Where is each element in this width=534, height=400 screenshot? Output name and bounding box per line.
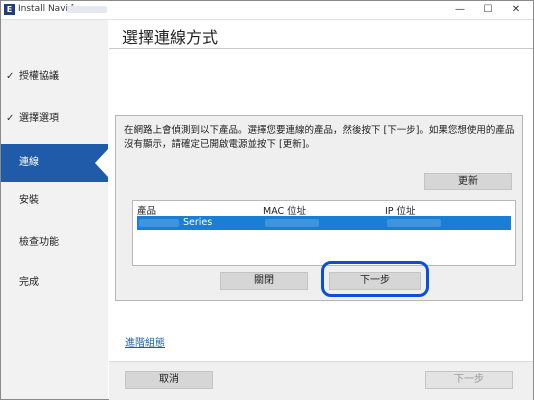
sidebar-item-check-functions: 檢查功能: [1, 224, 108, 262]
product-panel: 在網路上會偵測到以下產品。選擇您要連線的產品，然後按下 [下一步]。如果您想使用…: [115, 115, 523, 301]
checkmark-icon: ✓: [6, 113, 15, 124]
step-sidebar: ✓ 授權協議 ✓ 選擇選項 連線 安裝 檢查功能 完成: [1, 20, 109, 399]
column-header-ip: IP 位址: [385, 206, 416, 217]
product-list[interactable]: 產品 MAC 位址 IP 位址 Series: [132, 200, 516, 266]
title-divider: [109, 48, 533, 49]
list-header: 產品 MAC 位址 IP 位址: [133, 201, 515, 217]
sidebar-item-label: 檢查功能: [19, 237, 59, 248]
sidebar-item-connection: 連線: [1, 144, 109, 182]
redacted-title-text: [67, 6, 107, 13]
sidebar-item-label: 授權協議: [19, 71, 59, 82]
checkmark-icon: ✓: [6, 71, 15, 82]
sidebar-item-label: 安裝: [19, 195, 39, 206]
title-bar: E Install Navi [ — ☐ ✕: [1, 1, 533, 20]
sidebar-item-label: 連線: [19, 157, 39, 168]
redacted-mac-address: [265, 219, 319, 227]
product-name: Series: [183, 217, 213, 228]
table-row[interactable]: Series: [137, 216, 511, 230]
cancel-button[interactable]: 取消: [125, 371, 213, 389]
page-title: 選擇連線方式: [122, 28, 219, 47]
column-header-product: 產品: [137, 206, 157, 217]
installer-window: E Install Navi [ — ☐ ✕ ✓ 授權協議 ✓ 選擇選項 連線 …: [0, 0, 534, 400]
advanced-configuration-link[interactable]: 進階組態: [125, 334, 165, 349]
next-button[interactable]: 下一步: [329, 272, 421, 290]
redacted-ip-address: [387, 219, 441, 227]
window-title: Install Navi [: [18, 4, 75, 14]
active-step-pointer: [95, 148, 109, 178]
close-window-button[interactable]: ✕: [505, 3, 527, 17]
minimize-button[interactable]: —: [449, 3, 471, 17]
sidebar-item-options: ✓ 選擇選項: [1, 100, 108, 138]
sidebar-item-label: 選擇選項: [19, 113, 59, 124]
redacted-product-model: [139, 219, 179, 227]
instruction-text: 在網路上會偵測到以下產品。選擇您要連線的產品，然後按下 [下一步]。如果您想使用…: [124, 125, 515, 150]
close-button[interactable]: 關閉: [220, 272, 308, 290]
refresh-button[interactable]: 更新: [424, 173, 512, 190]
maximize-button[interactable]: ☐: [477, 3, 499, 17]
footer-next-button[interactable]: 下一步: [425, 371, 513, 389]
app-icon: E: [4, 4, 15, 15]
sidebar-item-finish: 完成: [1, 264, 108, 302]
sidebar-item-license: ✓ 授權協議: [1, 58, 108, 96]
sidebar-item-label: 完成: [19, 277, 39, 288]
sidebar-item-install: 安裝: [1, 182, 108, 220]
column-header-mac: MAC 位址: [263, 206, 307, 217]
